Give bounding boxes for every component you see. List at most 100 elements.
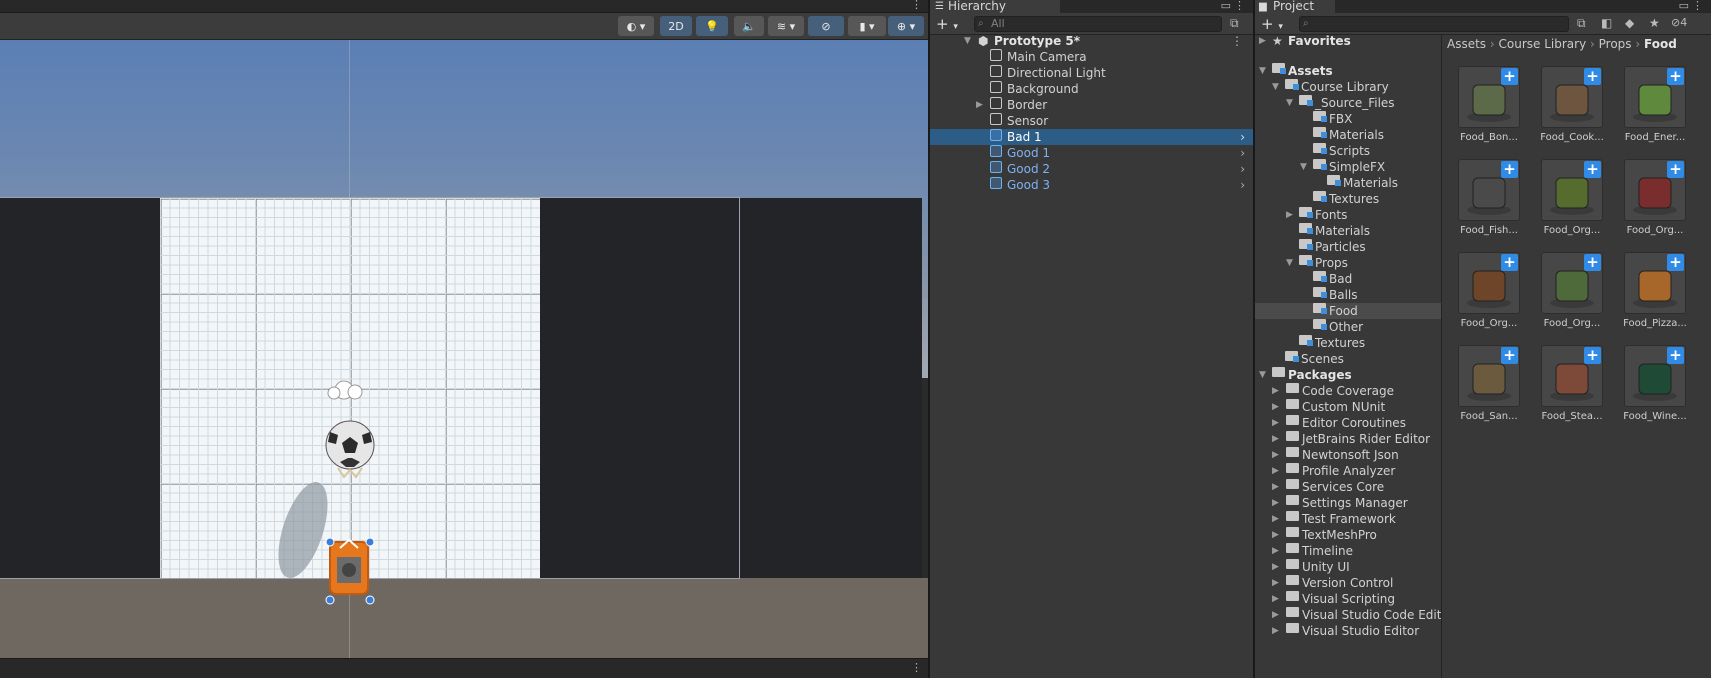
chevron-right-icon[interactable]: › [1240,177,1245,193]
toggle-2d-button[interactable]: 2D [660,16,692,36]
expand-arrow-icon[interactable]: ▶ [1272,415,1284,431]
asset-thumbnail[interactable]: + [1458,66,1520,128]
asset-thumbnail[interactable]: + [1541,345,1603,407]
expand-arrow-icon[interactable]: ▶ [1272,399,1284,415]
tree-item-package[interactable]: ▶ Visual Scripting [1255,591,1441,607]
tree-item-package[interactable]: ▶ Version Control [1255,575,1441,591]
add-object-button[interactable]: + ▾ [936,15,958,33]
search-filter-icon[interactable]: ⧉ [1230,16,1239,31]
asset-thumbnail[interactable]: + [1624,159,1686,221]
tree-item-package[interactable]: ▶ Visual Studio Code Edito [1255,607,1441,623]
expand-arrow-icon[interactable]: ▼ [964,33,976,49]
effects-dropdown[interactable]: ≋ ▾ [768,16,804,36]
expand-arrow-icon[interactable]: ▶ [1272,431,1284,447]
asset-thumbnail[interactable]: + [1541,252,1603,314]
expand-arrow-icon[interactable]: ▶ [1272,623,1284,639]
more-menu-icon[interactable]: ⋮ [911,661,922,674]
favorite-star-icon[interactable]: ★ [1649,16,1660,30]
tree-item-package[interactable]: ▶ Unity UI [1255,559,1441,575]
expand-arrow-icon[interactable]: ▼ [1272,79,1284,95]
hierarchy-row[interactable]: Sensor [930,113,1253,129]
chevron-right-icon[interactable]: › [1240,129,1245,145]
expand-arrow-icon[interactable]: ▶ [1272,543,1284,559]
tree-item-package[interactable]: ▶ Settings Manager [1255,495,1441,511]
hidden-packages-toggle[interactable]: ⊘4 [1671,16,1687,29]
hierarchy-search-input[interactable]: ⌕ All [974,16,1222,32]
camera-dropdown[interactable]: ▮ ▾ [848,16,886,36]
expand-arrow-icon[interactable]: ▶ [1272,511,1284,527]
asset-thumbnail[interactable]: + [1624,252,1686,314]
tree-item-package[interactable]: ▶ Services Core [1255,479,1441,495]
hierarchy-row[interactable]: ▶ Border [930,97,1253,113]
expand-arrow-icon[interactable]: ▼ [1286,255,1298,271]
tree-item-package[interactable]: ▶ Newtonsoft Json [1255,447,1441,463]
hierarchy-row[interactable]: Good 3 › [930,177,1253,193]
tab-project[interactable]: ▆ Project [1255,0,1335,13]
tree-item-package[interactable]: ▶ Code Coverage [1255,383,1441,399]
tree-item-package[interactable]: ▶ Custom NUnit [1255,399,1441,415]
more-menu-icon[interactable]: ⋮ [1692,0,1703,12]
hierarchy-row[interactable]: Main Camera [930,49,1253,65]
tree-item[interactable]: Scripts [1255,143,1711,159]
asset-thumbnail[interactable]: + [1458,159,1520,221]
maximize-icon[interactable]: ▭ [1221,0,1231,12]
expand-arrow-icon[interactable]: ▶ [1272,527,1284,543]
expand-arrow-icon[interactable]: ▼ [1300,159,1312,175]
asset-thumbnail[interactable]: + [1458,345,1520,407]
expand-arrow-icon[interactable]: ▶ [1272,383,1284,399]
create-asset-button[interactable]: + ▾ [1261,15,1283,33]
expand-arrow-icon[interactable]: ▶ [1272,591,1284,607]
tree-item-package[interactable]: ▶ Profile Analyzer [1255,463,1441,479]
breadcrumb-item[interactable]: Food [1644,37,1677,51]
shading-mode-dropdown[interactable]: ◐ ▾ [618,16,654,36]
expand-arrow-icon[interactable]: ▶ [1272,447,1284,463]
expand-arrow-icon[interactable]: ▶ [1272,495,1284,511]
more-menu-icon[interactable]: ⋮ [1231,33,1243,49]
filter-by-type-icon[interactable]: ◧ [1601,16,1612,30]
expand-arrow-icon[interactable]: ▶ [1272,463,1284,479]
hierarchy-row[interactable]: Good 1 › [930,145,1253,161]
expand-arrow-icon[interactable]: ▼ [1259,367,1271,383]
hierarchy-row-scene[interactable]: ▼ ⬢ Prototype 5* ⋮ [930,33,1253,49]
maximize-icon[interactable]: ▭ [1679,0,1689,12]
tree-item-selected[interactable]: Food [1255,303,1441,319]
scene-view[interactable]: ⋮ ◐ ▾ 2D 💡 🔈 ≋ ▾ ⊘ ▮ ▾ ⊕ ▾ ⋮ [0,0,928,678]
scene-visibility-toggle[interactable]: ⊘ [808,16,844,36]
hierarchy-row-selected[interactable]: Bad 1 › [930,129,1253,145]
asset-thumbnail[interactable]: + [1624,66,1686,128]
expand-arrow-icon[interactable]: ▶ [1259,33,1271,49]
tree-item-package[interactable]: ▶ JetBrains Rider Editor [1255,431,1441,447]
breadcrumb-item[interactable]: Course Library [1499,37,1587,51]
search-filter-icon[interactable]: ⧉ [1577,16,1586,31]
breadcrumb-item[interactable]: Assets [1447,37,1486,51]
expand-arrow-icon[interactable]: ▶ [1272,607,1284,623]
hierarchy-row[interactable]: Background [930,81,1253,97]
expand-arrow-icon[interactable]: ▶ [1286,207,1298,223]
gizmos-dropdown[interactable]: ⊕ ▾ [888,16,924,36]
tree-item-package[interactable]: ▶ Visual Studio Editor [1255,623,1441,639]
hierarchy-row[interactable]: Directional Light [930,65,1253,81]
tab-hierarchy[interactable]: ☰ Hierarchy [930,0,1060,13]
audio-toggle[interactable]: 🔈 [734,16,764,36]
expand-arrow-icon[interactable]: ▶ [976,97,988,113]
expand-arrow-icon[interactable]: ▶ [1272,479,1284,495]
breadcrumb-item[interactable]: Props [1599,37,1632,51]
scene-viewport[interactable] [0,40,928,658]
asset-thumbnail[interactable]: + [1458,252,1520,314]
tree-item-package[interactable]: ▶ Test Framework [1255,511,1441,527]
tree-item-package[interactable]: ▶ TextMeshPro [1255,527,1441,543]
hierarchy-row[interactable]: Good 2 › [930,161,1253,177]
more-menu-icon[interactable]: ⋮ [1234,0,1245,12]
lighting-toggle[interactable]: 💡 [696,16,728,36]
tree-item-package[interactable]: ▶ Editor Coroutines [1255,415,1441,431]
expand-arrow-icon[interactable]: ▶ [1272,559,1284,575]
expand-arrow-icon[interactable]: ▼ [1259,63,1271,79]
project-search-input[interactable]: ⌕ [1299,16,1569,32]
more-menu-icon[interactable]: ⋮ [911,0,922,11]
tree-item-package[interactable]: ▶ Timeline [1255,543,1441,559]
asset-thumbnail[interactable]: + [1541,66,1603,128]
filter-by-label-icon[interactable]: ◆ [1625,16,1634,30]
expand-arrow-icon[interactable]: ▼ [1286,95,1298,111]
expand-arrow-icon[interactable]: ▶ [1272,575,1284,591]
chevron-right-icon[interactable]: › [1240,145,1245,161]
